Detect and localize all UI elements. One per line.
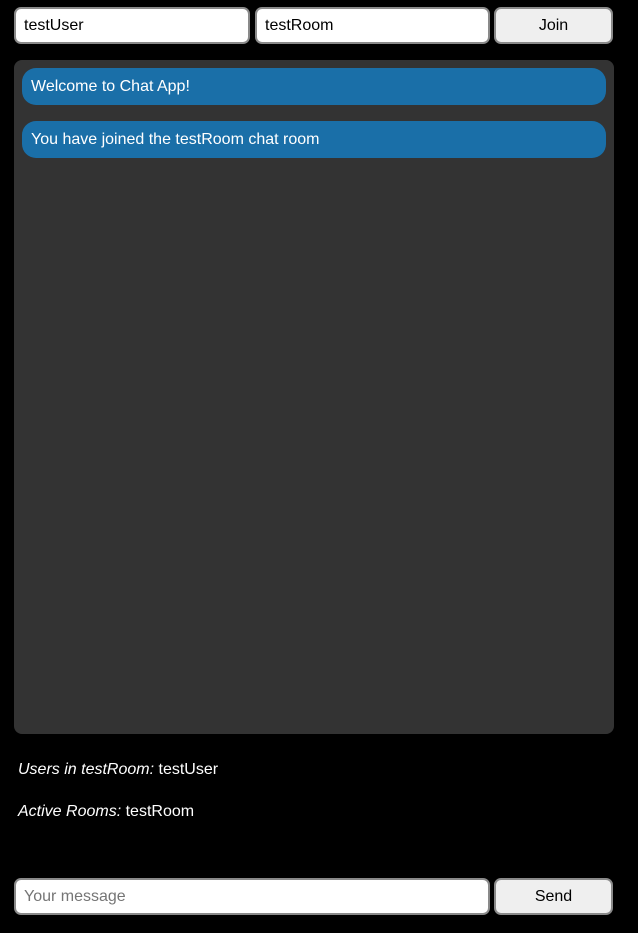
active-rooms: Active Rooms: testRoom [18, 803, 194, 821]
send-bar: Send [14, 878, 613, 915]
room-input[interactable] [255, 7, 490, 44]
chat-message: You have joined the testRoom chat room [22, 121, 606, 158]
users-in-room-value: testUser [158, 761, 219, 778]
message-input[interactable] [14, 878, 490, 915]
chat-messages-panel[interactable]: Welcome to Chat App! You have joined the… [14, 60, 614, 734]
join-bar: Join [14, 7, 613, 44]
chat-app: Join Welcome to Chat App! You have joine… [0, 0, 638, 933]
active-rooms-value: testRoom [125, 803, 195, 820]
username-input[interactable] [14, 7, 250, 44]
join-button[interactable]: Join [494, 7, 613, 44]
users-in-room: Users in testRoom: testUser [18, 761, 218, 779]
users-in-room-label: Users in testRoom: [18, 761, 155, 778]
send-button[interactable]: Send [494, 878, 613, 915]
active-rooms-label: Active Rooms: [18, 803, 122, 820]
chat-message: Welcome to Chat App! [22, 68, 606, 105]
